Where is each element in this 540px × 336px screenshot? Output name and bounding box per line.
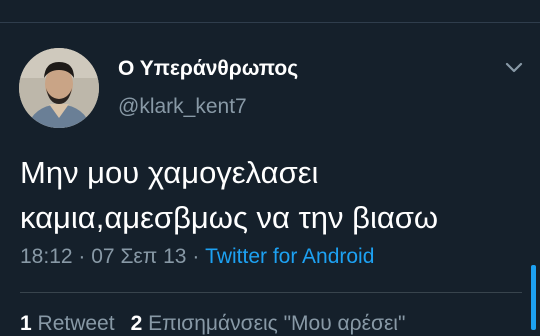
meta-separator: · [192, 245, 200, 268]
retweets-label: Retweet [37, 312, 115, 335]
avatar[interactable] [19, 48, 99, 128]
avatar-image [19, 48, 99, 128]
tweet-text-line: καμια,αμεσβμως να την βιασω [20, 200, 439, 235]
stats-divider [20, 292, 522, 293]
tweet-text: Μην μου χαμογελασει καμια,αμεσβμως να τη… [20, 150, 520, 240]
tweet-stats: 1 Retweet 2 Επισημάνσεις "Μου αρέσει" [20, 312, 405, 336]
retweets-stat[interactable]: 1 Retweet [20, 312, 115, 335]
scrollbar[interactable] [531, 265, 536, 330]
tweet-time: 18:12 [20, 245, 73, 268]
chevron-down-icon[interactable] [504, 60, 524, 76]
tweet-source-link[interactable]: Twitter for Android [205, 245, 374, 268]
tweet-date: 07 Σεπ 13 [91, 245, 187, 268]
tweet-text-line: Μην μου χαμογελασει [20, 155, 319, 190]
tweet-meta: 18:12 · 07 Σεπ 13 · Twitter for Android [20, 245, 374, 269]
likes-count: 2 [130, 312, 143, 335]
likes-stat[interactable]: 2 Επισημάνσεις "Μου αρέσει" [131, 312, 406, 335]
meta-separator: · [78, 245, 86, 268]
top-divider [0, 22, 540, 23]
author-handle[interactable]: @klark_kent7 [118, 95, 247, 119]
retweets-count: 1 [20, 312, 32, 335]
author-display-name[interactable]: Ο Υπεράνθρωπος [118, 57, 298, 81]
likes-label: Επισημάνσεις "Μου αρέσει" [148, 312, 406, 335]
